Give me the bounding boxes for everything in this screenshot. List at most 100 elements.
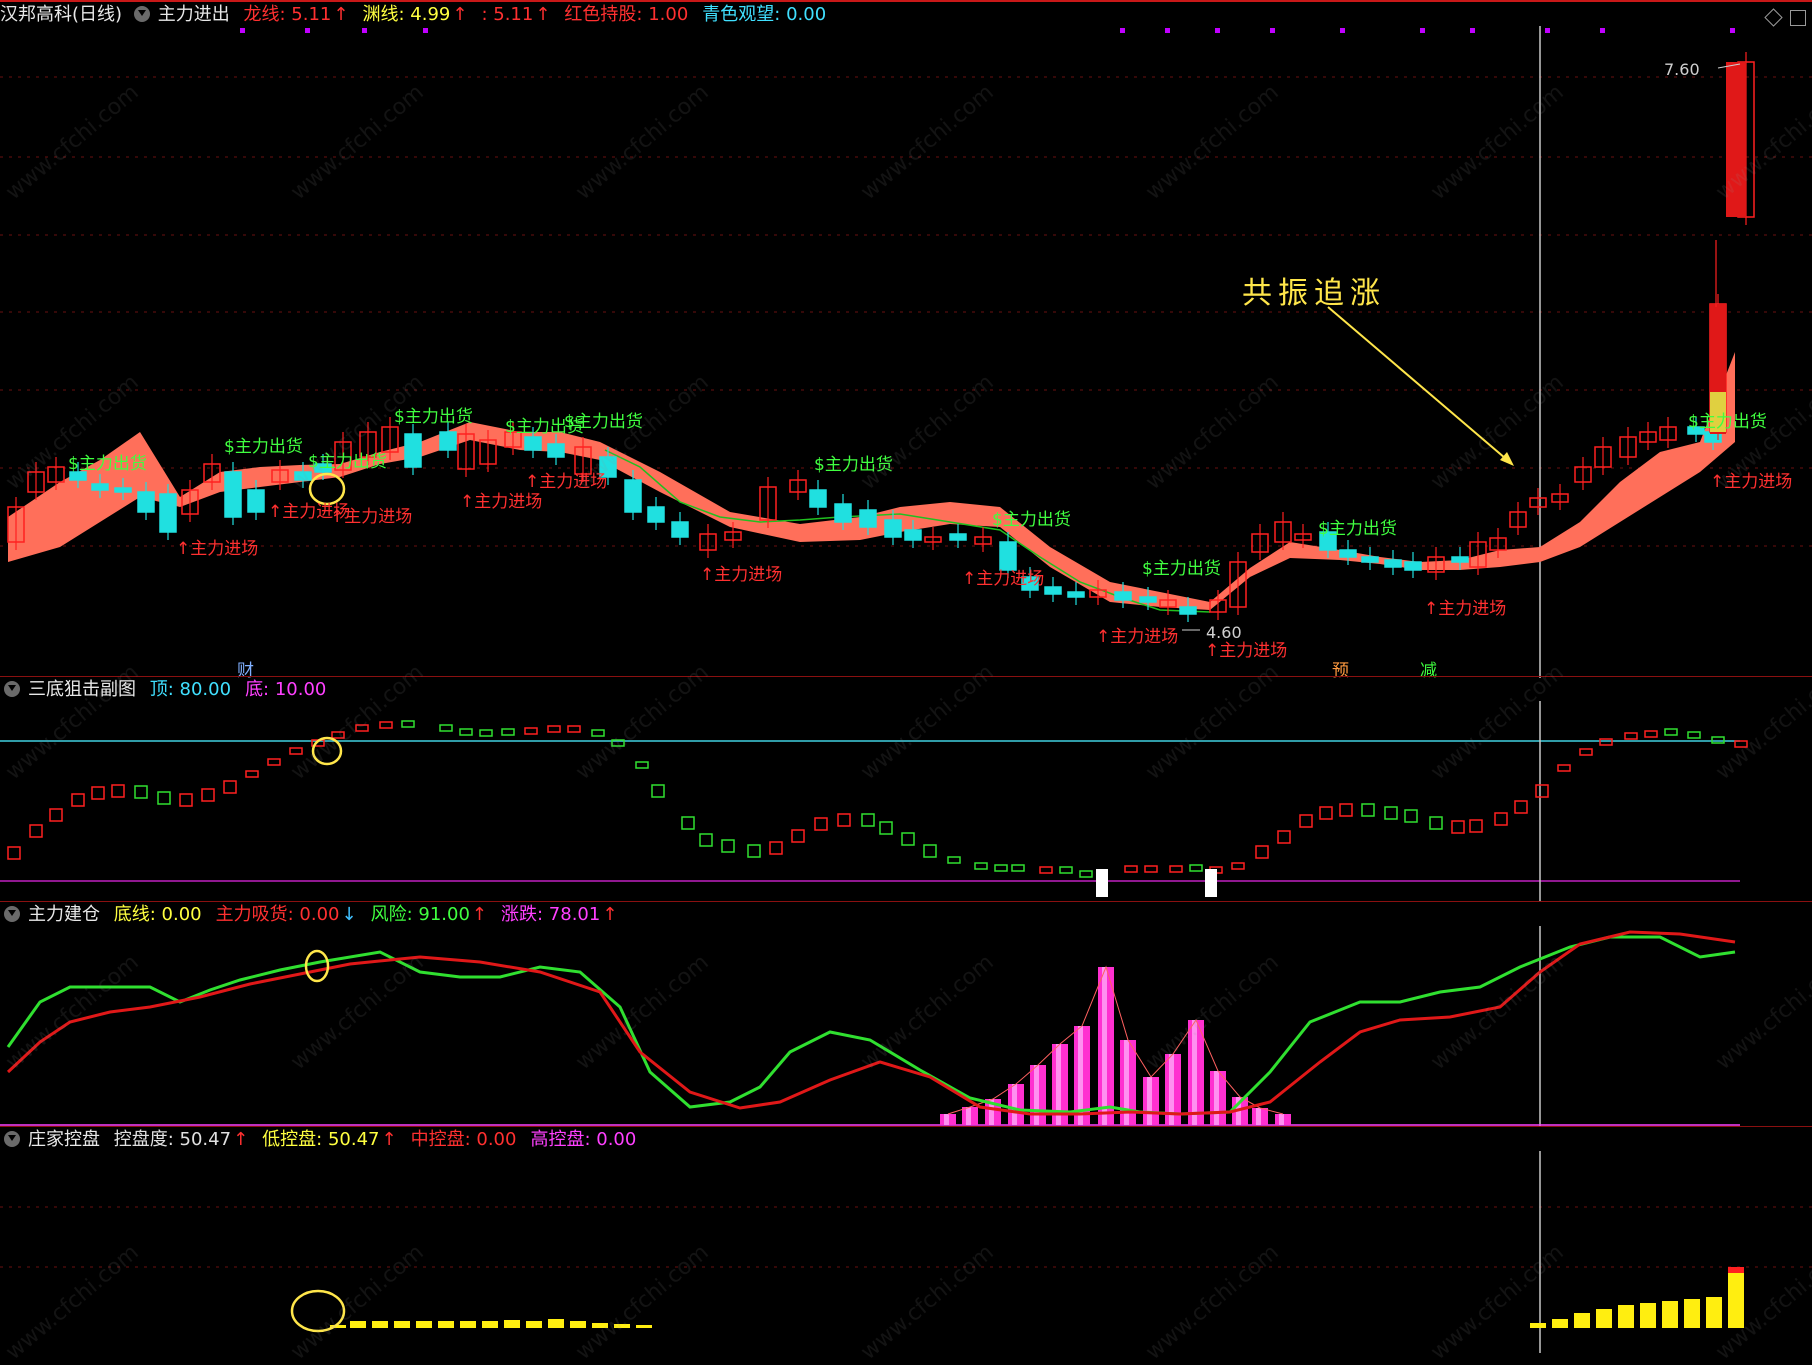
sub3-highlight-circle <box>290 1289 346 1333</box>
sandi-bar <box>355 724 369 732</box>
sub2-title[interactable]: 主力建仓 <box>28 904 100 925</box>
sandi-bar <box>1644 730 1658 738</box>
candle-body <box>524 436 542 451</box>
control-bar <box>482 1321 498 1328</box>
sell-signal-label: $主力出货 <box>1318 519 1397 539</box>
sandi-bar <box>71 793 85 807</box>
sandi-bar <box>1039 866 1053 874</box>
control-bar <box>460 1321 476 1328</box>
sub2-dropdown-icon[interactable] <box>4 906 20 922</box>
top-dot-7 <box>1545 28 1550 33</box>
sub3-metrics: 控盘度: 50.47 ↑ 低控盘: 50.47 ↑ 中控盘: 0.00 高控盘: 0.00 <box>114 1129 651 1150</box>
top-dot-l2 <box>362 28 367 33</box>
sandi-bar <box>331 731 345 739</box>
candle-body <box>884 519 902 538</box>
sandi-bar <box>879 821 893 835</box>
kongpan-chart[interactable] <box>0 1127 1812 1353</box>
control-bar <box>592 1323 608 1328</box>
salmon-band <box>8 352 1735 610</box>
sandi-bar <box>29 824 43 838</box>
sub3-dropdown-icon[interactable] <box>4 1131 20 1147</box>
sub3-title[interactable]: 庄家控盘 <box>28 1129 100 1150</box>
sandi-bar <box>1404 809 1418 823</box>
annotation-arrowhead <box>1500 452 1514 466</box>
candle-body <box>294 471 312 481</box>
main-metric-4: 青色观望: 0.00 <box>702 4 827 25</box>
top-dot-3 <box>1270 28 1275 33</box>
sell-signal-label: $主力出货 <box>992 510 1071 530</box>
pink-bar-shine <box>1147 1077 1152 1125</box>
sandi-bar <box>1299 814 1313 828</box>
buy-signal-label: ↑主力进场 <box>176 539 259 559</box>
sub-panel-sandi[interactable]: 三底狙击副图 顶: 80.00 底: 10.00 <box>0 676 1812 902</box>
sub2-metric-0: 底线: 0.00 <box>113 904 202 925</box>
top-dot-4 <box>1340 28 1345 33</box>
candle-body <box>137 491 155 513</box>
top-dot-0 <box>1120 28 1125 33</box>
main-metric-arrow-0: ↑ <box>333 4 349 25</box>
sell-signal-label: $主力出货 <box>68 454 147 474</box>
sell-signal-label: $主力出货 <box>308 452 387 472</box>
indicator-dropdown-icon[interactable] <box>133 6 150 22</box>
sub1-dropdown-icon[interactable] <box>4 681 20 697</box>
main-chart-panel[interactable]: 汉邦高科(日线) 主力进出 龙线: 5.11 ↑ 渊线: 4.99 ↑: 5.11 ↑ 红… <box>0 0 1812 681</box>
candle-body <box>1179 606 1197 615</box>
sandi-bar <box>681 816 695 830</box>
sandi-bar <box>379 721 393 729</box>
sub3-metric-1: 低控盘: 50.47 <box>262 1129 380 1150</box>
pink-bar-shine <box>1034 1065 1039 1125</box>
sandi-bar <box>201 788 215 802</box>
candle-body <box>1404 561 1422 571</box>
sandi-bar <box>591 729 605 737</box>
sandi-bar <box>1514 800 1528 814</box>
control-bar <box>614 1324 630 1328</box>
sandi-bar <box>245 770 259 778</box>
control-bar <box>1684 1299 1700 1328</box>
white-bar-2 <box>1205 869 1217 897</box>
sandi-bar <box>721 839 735 853</box>
candle-body <box>1451 556 1469 563</box>
sub1-metric-0: 顶: 80.00 <box>149 679 232 700</box>
annotation-text: 共振追涨 <box>1242 276 1386 311</box>
sandi-bar <box>974 862 988 870</box>
sandi-bar <box>1124 865 1138 873</box>
sub1-highlight-circle <box>311 736 343 766</box>
buy-signal-label: ↑主力进场 <box>1096 627 1179 647</box>
jiancang-chart[interactable] <box>0 902 1812 1127</box>
sandi-chart[interactable] <box>0 677 1812 902</box>
buy-signal-label: ↑主力进场 <box>700 565 783 585</box>
sandi-bar <box>1059 866 1073 874</box>
buy-signal-label: ↑主力进场 <box>1710 472 1793 492</box>
sandi-bar <box>1451 820 1465 834</box>
indicator-name[interactable]: 主力进出 <box>158 4 230 25</box>
sandi-bar <box>651 784 665 798</box>
sub-panel-kongpan[interactable]: 庄家控盘 控盘度: 50.47 ↑ 低控盘: 50.47 ↑ 中控盘: 0.00 高控盘:… <box>0 1126 1812 1353</box>
sandi-bar <box>401 720 415 728</box>
sandi-bar <box>7 846 21 860</box>
sub1-metric-1: 底: 10.00 <box>245 679 327 700</box>
sandi-bar <box>479 729 493 737</box>
buy-signal-label: ↑主力进场 <box>1424 599 1507 619</box>
sandi-bar <box>524 727 538 735</box>
green-line <box>6 935 1736 1116</box>
sandi-bar <box>223 780 237 794</box>
red-line <box>6 930 1736 1116</box>
sandi-bar <box>1469 819 1483 833</box>
sandi-bar <box>501 728 515 736</box>
sandi-bar <box>439 724 453 732</box>
sandi-bar <box>861 813 875 827</box>
sandi-bar <box>1079 870 1093 878</box>
sandi-bar <box>459 728 473 736</box>
candle-body <box>1139 596 1157 603</box>
main-metric-2: : 5.11 <box>481 4 534 25</box>
candle-body <box>949 533 967 541</box>
stock-name: 汉邦高科(日线) <box>0 4 123 25</box>
sub1-title[interactable]: 三底狙击副图 <box>28 679 136 700</box>
sub-panel-jiancang[interactable]: 主力建仓 底线: 0.00 主力吸货: 0.00 ↓ 风险: 91.00 ↑ 涨跌: 78… <box>0 901 1812 1127</box>
sandi-bar <box>1535 784 1549 798</box>
candlestick-chart[interactable] <box>0 2 1812 678</box>
control-bar-top <box>1728 1267 1744 1273</box>
control-bar <box>636 1325 652 1328</box>
sandi-bar <box>91 786 105 800</box>
candle-body <box>404 433 422 468</box>
